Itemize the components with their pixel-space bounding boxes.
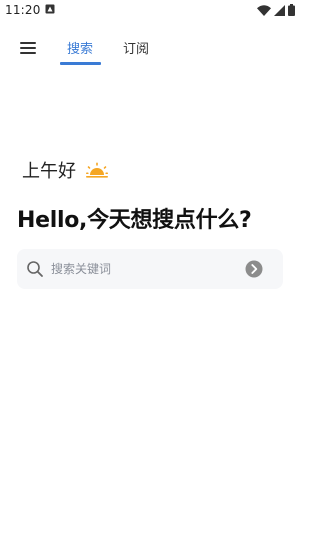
- wifi-icon: [257, 4, 271, 16]
- sunrise-icon: [86, 162, 108, 178]
- top-tab-bar: 搜索 订阅: [0, 30, 300, 70]
- greeting-text: 上午好: [22, 161, 76, 182]
- tab-subscribe[interactable]: 订阅: [123, 38, 149, 57]
- status-icons: [257, 4, 295, 16]
- status-time: 11:20: [5, 3, 41, 17]
- search-icon: [27, 261, 43, 277]
- search-box[interactable]: [17, 249, 283, 289]
- tab-search[interactable]: 搜索: [67, 38, 93, 57]
- signal-icon: [274, 4, 285, 16]
- status-bar: 11:20: [0, 0, 300, 22]
- go-arrow-icon[interactable]: [245, 260, 263, 278]
- greeting: 上午好: [22, 157, 108, 183]
- headline: Hello,今天想搜点什么?: [17, 208, 252, 233]
- menu-icon-bar: [20, 42, 36, 44]
- menu-icon-bar: [20, 52, 36, 54]
- search-input[interactable]: [51, 249, 241, 289]
- menu-button[interactable]: [18, 39, 40, 59]
- menu-icon-bar: [20, 47, 36, 49]
- battery-icon: [288, 4, 295, 16]
- app-notification-icon: [45, 4, 55, 14]
- active-tab-indicator: [60, 62, 101, 65]
